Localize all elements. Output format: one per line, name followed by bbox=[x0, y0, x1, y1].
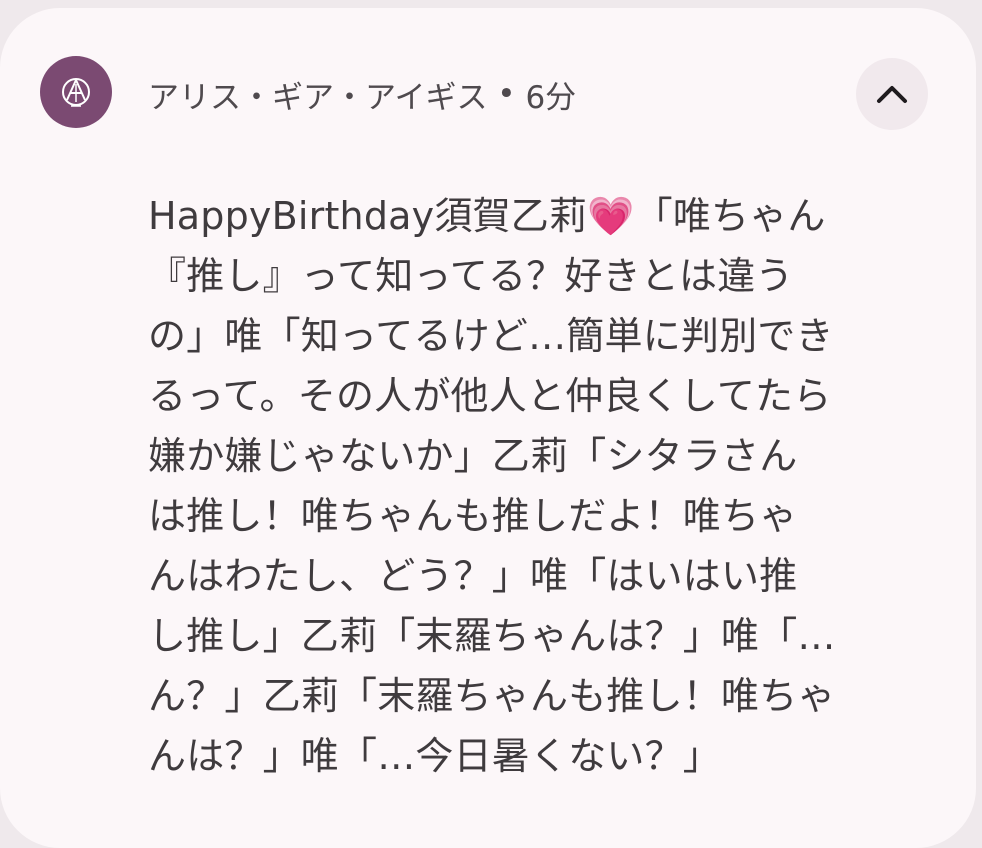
app-logo-icon bbox=[40, 56, 112, 128]
app-name: アリス・ギア・アイギス bbox=[148, 79, 488, 116]
collapse-button[interactable] bbox=[856, 58, 928, 130]
header-separator: • bbox=[487, 76, 526, 112]
notification-message: HappyBirthday須賀乙莉💗「唯ちゃん 『推し』って知ってる？好きとは違… bbox=[148, 194, 836, 778]
chevron-up-icon bbox=[877, 86, 907, 103]
alice-gear-aegis-logo-icon bbox=[62, 78, 90, 107]
notification-card[interactable]: アリス・ギア・アイギス • 6分 HappyBirthday須賀乙莉💗「唯ちゃん… bbox=[0, 8, 976, 848]
notification-time: 6分 bbox=[525, 79, 577, 116]
notification-header: アリス・ギア・アイギス • 6分 bbox=[148, 70, 576, 118]
